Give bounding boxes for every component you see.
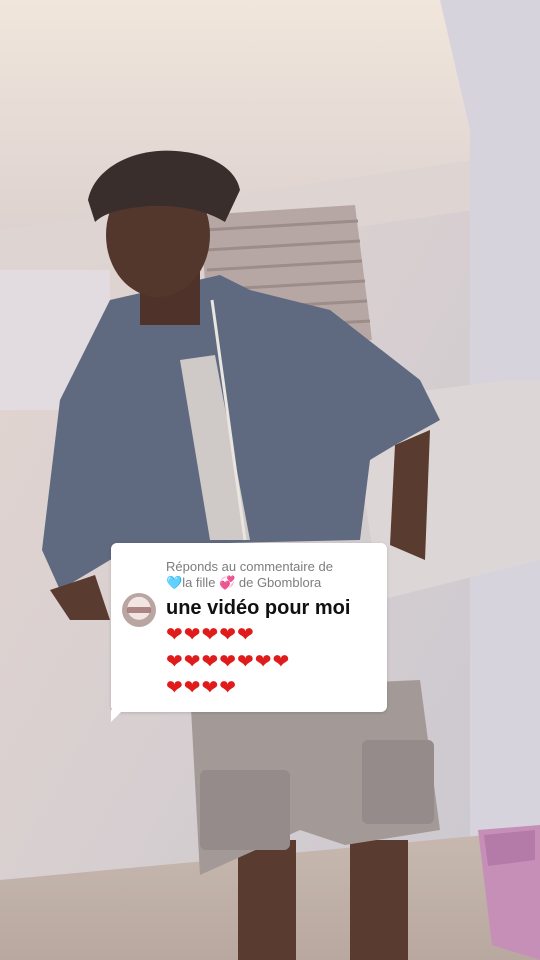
hearts-row: ❤❤❤❤ [166,675,238,699]
avatar-image [127,607,151,613]
reply-comment-card[interactable]: Réponds au commentaire de 🩵la fille 💞 de… [111,543,387,722]
card-tail [111,710,123,722]
hearts-emoji-block: ❤❤❤❤❤ ❤❤❤❤❤❤❤ ❤❤❤❤ [166,621,381,701]
hearts-row: ❤❤❤❤❤❤❤ [166,648,291,673]
commenter-name-part1: la fille [182,575,216,590]
commenter-avatar[interactable] [122,593,156,627]
comment-text: une vidéo pour moi [166,597,351,619]
reply-prefix: Réponds au commentaire de [166,559,333,574]
video-background [0,0,540,960]
revolving-hearts-icon: 💞 [219,576,236,591]
light-blue-heart-icon: 🩵 [166,576,183,591]
commenter-name-part2: de Gbomblora [238,575,322,590]
reply-header: Réponds au commentaire de 🩵la fille 💞 de… [166,559,333,592]
commenter-name[interactable]: 🩵la fille 💞 de Gbomblora [166,575,333,592]
hearts-row: ❤❤❤❤❤ [166,622,255,646]
